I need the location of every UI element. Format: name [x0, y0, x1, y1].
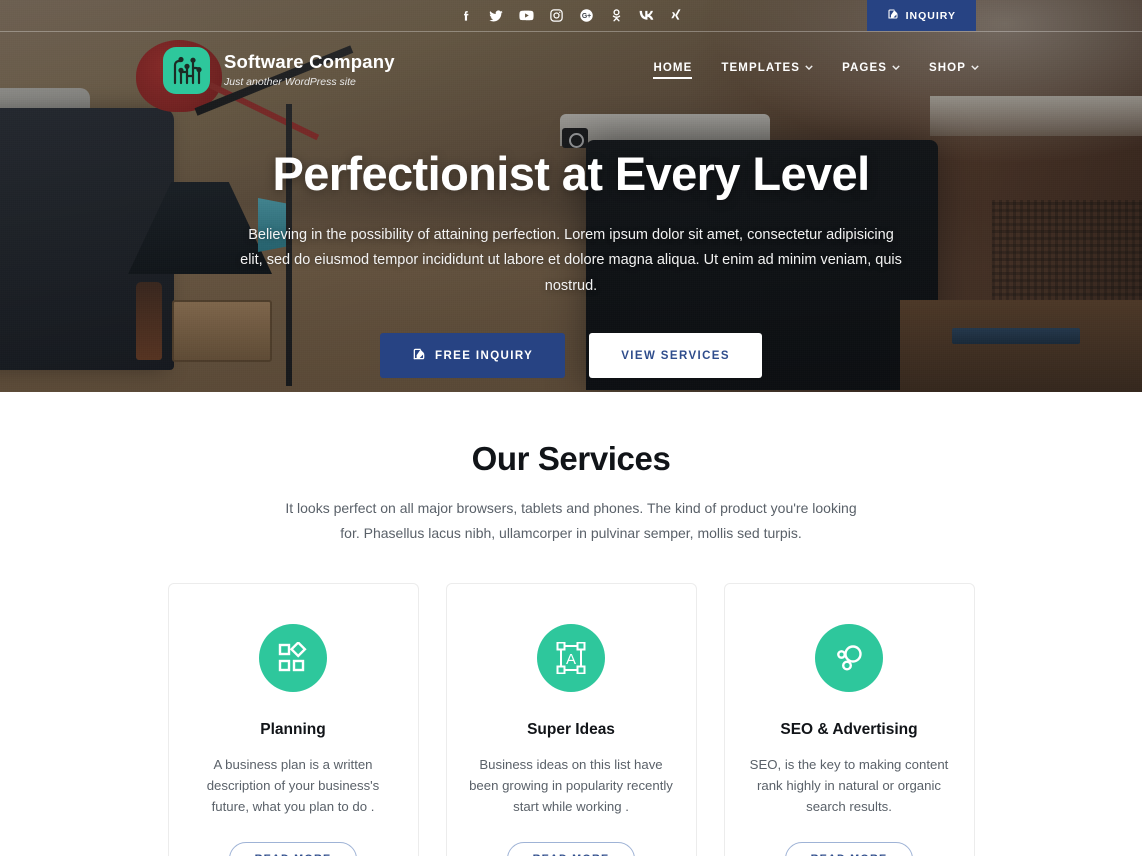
- brand-text: Software Company Just another WordPress …: [224, 50, 395, 88]
- view-services-button[interactable]: VIEW SERVICES: [589, 333, 762, 379]
- hero-buttons: FREE INQUIRY VIEW SERVICES: [140, 333, 1002, 379]
- google-plus-icon[interactable]: G+: [571, 0, 601, 31]
- nav-label-home: HOME: [653, 61, 693, 74]
- nav-item-shop[interactable]: SHOP: [929, 62, 979, 79]
- service-card-text: SEO, is the key to making content rank h…: [749, 757, 949, 814]
- read-more-button[interactable]: READ MORE: [228, 841, 358, 856]
- service-card-title: SEO & Advertising: [780, 721, 918, 738]
- nav-label-shop: SHOP: [929, 61, 966, 74]
- text-selection-icon: A: [537, 624, 605, 692]
- site-brand[interactable]: Software Company Just another WordPress …: [163, 46, 395, 94]
- top-inquiry-button[interactable]: INQUIRY: [866, 0, 976, 31]
- pencil-square-icon: [412, 347, 426, 364]
- service-card-text: Business ideas on this list have been gr…: [469, 757, 673, 814]
- circuit-board-icon: [163, 46, 210, 94]
- free-inquiry-label: FREE INQUIRY: [435, 349, 534, 362]
- main-navbar: Software Company Just another WordPress …: [0, 32, 1142, 108]
- service-card-title: Super Ideas: [527, 721, 615, 738]
- top-social-bar: G+ INQUIRY: [0, 0, 1142, 31]
- social-links: G+: [451, 0, 691, 31]
- services-title: Our Services: [471, 440, 671, 477]
- facebook-icon[interactable]: [451, 0, 481, 31]
- xing-icon[interactable]: [661, 0, 691, 31]
- hero-title: Perfectionist at Every Level: [272, 147, 870, 200]
- service-card-title: Planning: [260, 721, 326, 738]
- service-card-planning: Planning A business plan is a written de…: [167, 583, 419, 856]
- read-more-button[interactable]: READ MORE: [784, 841, 914, 856]
- odnoklassniki-icon[interactable]: [601, 0, 631, 31]
- chevron-down-icon: [892, 63, 900, 72]
- read-more-label: READ MORE: [255, 853, 332, 856]
- services-cards: Planning A business plan is a written de…: [0, 583, 1142, 856]
- page-root: G+ INQUIRY Software Company Just another…: [0, 0, 1142, 856]
- nav-item-templates[interactable]: TEMPLATES: [721, 62, 813, 79]
- service-card-super-ideas: A Super Ideas Business ideas on this lis…: [445, 583, 697, 856]
- read-more-label: READ MORE: [811, 853, 888, 856]
- topbar-divider: [0, 31, 1142, 32]
- pencil-square-icon: [887, 8, 899, 23]
- read-more-label: READ MORE: [533, 853, 610, 856]
- services-section: Our Services It looks perfect on all maj…: [0, 392, 1142, 856]
- free-inquiry-button[interactable]: FREE INQUIRY: [380, 333, 566, 379]
- hero-content: Perfectionist at Every Level Believing i…: [0, 146, 1142, 379]
- hero-subtitle: Believing in the possibility of attainin…: [240, 227, 902, 294]
- hero-section: G+ INQUIRY Software Company Just another…: [0, 0, 1142, 392]
- svg-text:G+: G+: [581, 13, 590, 20]
- top-inquiry-label: INQUIRY: [905, 9, 956, 22]
- vk-icon[interactable]: [631, 0, 661, 31]
- read-more-button[interactable]: READ MORE: [506, 841, 636, 856]
- service-card-seo-advertising: SEO & Advertising SEO, is the key to mak…: [723, 583, 975, 856]
- service-card-text: A business plan is a written description…: [206, 757, 380, 814]
- brand-title: Software Company: [224, 50, 395, 72]
- primary-navigation: HOME TEMPLATES PAGES SHOP: [653, 62, 979, 79]
- shapes-grid-icon: [259, 624, 327, 692]
- youtube-icon[interactable]: [511, 0, 541, 31]
- nav-label-pages: PAGES: [842, 61, 887, 74]
- nav-label-templates: TEMPLATES: [721, 61, 801, 74]
- services-description: It looks perfect on all major browsers, …: [285, 500, 857, 541]
- bubbles-icon: [815, 624, 883, 692]
- chevron-down-icon: [971, 63, 979, 72]
- svg-text:A: A: [566, 651, 576, 668]
- twitter-icon[interactable]: [481, 0, 511, 31]
- chevron-down-icon: [805, 63, 813, 72]
- nav-item-home[interactable]: HOME: [653, 61, 693, 79]
- view-services-label: VIEW SERVICES: [621, 349, 730, 362]
- brand-tagline: Just another WordPress site: [224, 75, 356, 88]
- instagram-icon[interactable]: [541, 0, 571, 31]
- nav-item-pages[interactable]: PAGES: [842, 62, 900, 79]
